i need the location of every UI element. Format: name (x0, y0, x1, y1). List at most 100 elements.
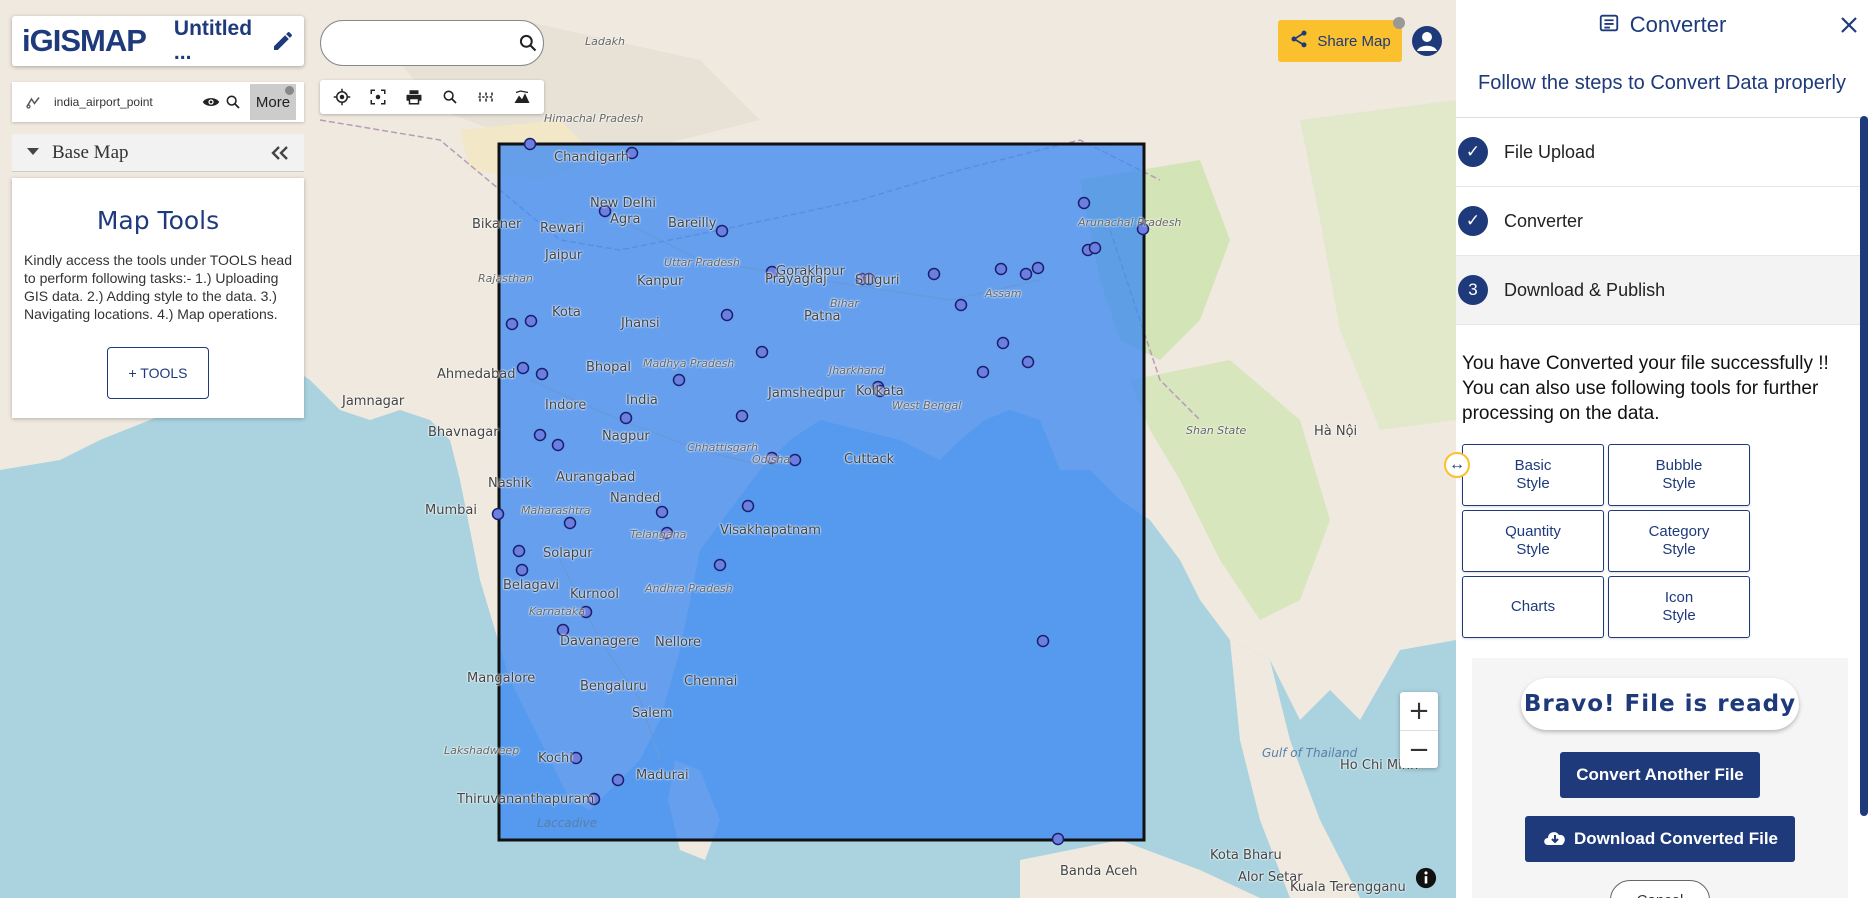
airport-point-marker[interactable] (655, 505, 669, 519)
quantity-style-button[interactable]: Quantity Style (1462, 510, 1604, 572)
map-place-label: Prayagraj (765, 272, 827, 287)
caret-down-icon[interactable] (26, 144, 40, 162)
map-place-label: Chennai (684, 674, 738, 689)
airport-point-marker[interactable] (505, 317, 519, 331)
share-map-button[interactable]: Share Map (1278, 20, 1402, 62)
collapse-double-chevron-icon[interactable] (270, 145, 290, 161)
airport-point-marker[interactable] (788, 453, 802, 467)
map-place-label: Rewari (540, 221, 585, 236)
airport-point-marker[interactable] (491, 507, 505, 521)
step-converter[interactable]: ✓ Converter (1456, 187, 1868, 256)
airport-point-marker[interactable] (516, 361, 530, 375)
panel-resize-handle[interactable]: ↔ (1444, 452, 1470, 478)
step-label: File Upload (1504, 141, 1596, 162)
airport-point-marker[interactable] (720, 308, 734, 322)
step-file-upload[interactable]: ✓ File Upload (1456, 118, 1868, 187)
airport-point-marker[interactable] (1031, 261, 1045, 275)
igismap-logo[interactable]: iGISMAP (22, 23, 147, 59)
elevation-icon[interactable] (509, 84, 535, 110)
map-place-label: Ladakh (585, 35, 625, 48)
airport-point-marker[interactable] (551, 438, 565, 452)
airport-point-marker[interactable] (927, 267, 941, 281)
airport-point-marker[interactable] (1036, 634, 1050, 648)
map-place-label: Jharkhand (829, 364, 885, 377)
airport-point-marker[interactable] (619, 411, 633, 425)
airport-point-marker[interactable] (672, 373, 686, 387)
locate-icon[interactable] (329, 84, 355, 110)
eye-icon[interactable] (200, 91, 222, 113)
airport-point-marker[interactable] (533, 428, 547, 442)
airport-point-marker[interactable] (1021, 355, 1035, 369)
map-place-label: Kanpur (637, 274, 684, 289)
bubble-style-button[interactable]: Bubble Style (1608, 444, 1750, 506)
fullscreen-icon[interactable] (365, 84, 391, 110)
map-place-label: Uttar Pradesh (664, 256, 740, 269)
airport-point-marker[interactable] (735, 409, 749, 423)
map-place-label: Assam (985, 287, 1022, 300)
airport-point-marker[interactable] (996, 336, 1010, 350)
map-place-label: Hà Nội (1314, 424, 1358, 439)
converter-header: Converter (1456, 0, 1868, 50)
step-download-publish[interactable]: 3 Download & Publish (1456, 256, 1868, 325)
airport-point-marker[interactable] (611, 773, 625, 787)
airport-point-marker[interactable] (1088, 241, 1102, 255)
airport-point-marker[interactable] (1019, 267, 1033, 281)
airport-point-marker[interactable] (1051, 832, 1065, 846)
info-icon[interactable] (1414, 866, 1438, 890)
zoom-out-button[interactable]: − (1400, 731, 1438, 769)
map-title[interactable]: Untitled ... (174, 17, 268, 65)
measure-icon[interactable] (473, 84, 499, 110)
user-account-icon[interactable] (1410, 24, 1444, 58)
map-place-label: Thiruvananthapuram (457, 792, 595, 807)
share-icon (1289, 29, 1309, 53)
airport-point-marker[interactable] (713, 558, 727, 572)
zoom-in-button[interactable]: + (1400, 692, 1438, 730)
map-place-label: Visakhapatnam (720, 523, 821, 538)
basic-style-button[interactable]: Basic Style (1462, 444, 1604, 506)
map-toolbar (320, 80, 544, 114)
search-map-icon[interactable] (437, 84, 463, 110)
map-place-label: Bareilly (668, 216, 717, 231)
map-place-label: Nanded (610, 491, 661, 506)
airport-point-marker[interactable] (512, 544, 526, 558)
success-line-1: You have Converted your file successfull… (1462, 353, 1829, 374)
zoom-to-layer-icon[interactable] (222, 91, 244, 113)
category-style-button[interactable]: Category Style (1608, 510, 1750, 572)
basemap-header[interactable]: Base Map (12, 134, 304, 172)
charts-button[interactable]: Charts (1462, 576, 1604, 638)
airport-point-marker[interactable] (741, 499, 755, 513)
airport-point-marker[interactable] (976, 365, 990, 379)
airport-point-marker[interactable] (715, 224, 729, 238)
airport-point-marker[interactable] (954, 298, 968, 312)
print-icon[interactable] (401, 84, 427, 110)
panel-scrollbar[interactable] (1860, 116, 1868, 816)
icon-style-button[interactable]: Icon Style (1608, 576, 1750, 638)
map-place-label: Madhya Pradesh (643, 357, 735, 370)
airport-point-marker[interactable] (1077, 196, 1091, 210)
layer-row[interactable]: india_airport_point More (12, 82, 304, 122)
airport-point-marker[interactable] (563, 516, 577, 530)
cancel-button[interactable]: Cancel (1610, 880, 1710, 898)
map-place-label: Solapur (543, 546, 593, 561)
layer-style-icon[interactable] (22, 91, 44, 113)
map-place-label: Nellore (655, 635, 701, 650)
search-input[interactable] (337, 21, 518, 65)
airport-point-marker[interactable] (524, 314, 538, 328)
tools-button[interactable]: + TOOLS (107, 347, 209, 399)
cloud-download-icon (1542, 827, 1568, 852)
pencil-icon[interactable] (268, 26, 298, 56)
step-label: Converter (1504, 210, 1584, 231)
map-place-label: West Bengal (892, 399, 962, 412)
basemap-label: Base Map (52, 141, 129, 163)
success-message: You have Converted your file successfull… (1462, 351, 1856, 426)
close-icon[interactable] (1836, 12, 1862, 38)
airport-point-marker[interactable] (535, 367, 549, 381)
airport-point-marker[interactable] (515, 563, 529, 577)
more-button[interactable]: More (250, 84, 296, 120)
airport-point-marker[interactable] (523, 137, 537, 151)
convert-another-file-button[interactable]: Convert Another File (1560, 752, 1760, 798)
search-icon[interactable] (518, 28, 538, 58)
download-converted-file-button[interactable]: Download Converted File (1525, 816, 1795, 862)
airport-point-marker[interactable] (994, 262, 1008, 276)
airport-point-marker[interactable] (755, 345, 769, 359)
